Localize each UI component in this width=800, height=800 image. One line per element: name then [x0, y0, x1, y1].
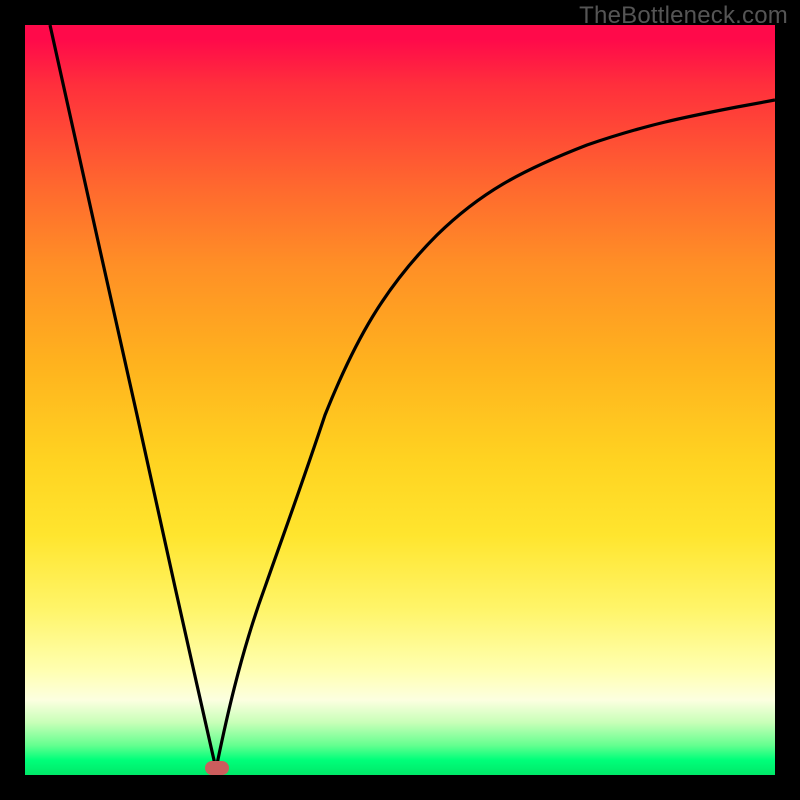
curve-left-branch — [50, 25, 216, 769]
chart-frame: TheBottleneck.com — [0, 0, 800, 800]
chart-svg — [25, 25, 775, 775]
watermark-text: TheBottleneck.com — [579, 2, 788, 30]
curve-right-branch — [216, 100, 775, 769]
min-marker — [205, 761, 229, 775]
